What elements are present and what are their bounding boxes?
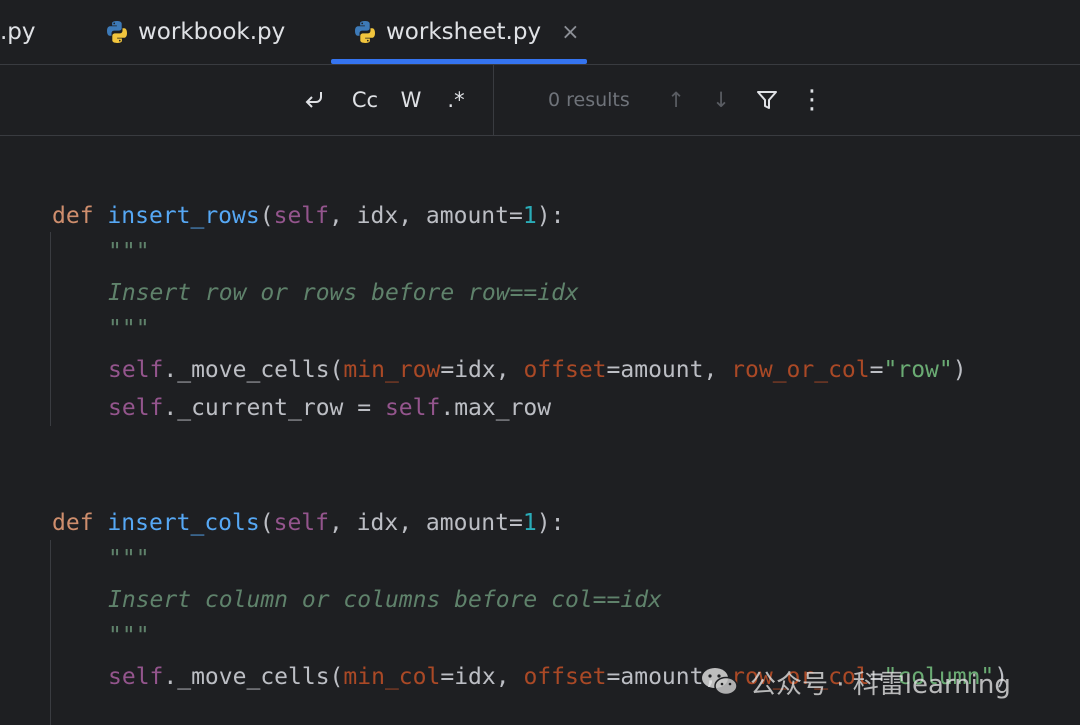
code-line-docstring-text: Insert row or rows before row==idx xyxy=(108,280,579,306)
next-occurrence-icon[interactable]: ↓ xyxy=(707,65,735,135)
code-line-docstring-open: """ xyxy=(108,546,150,572)
indent-guide xyxy=(50,232,51,426)
watermark-text: 公众号 · 科雷learning xyxy=(750,669,1011,700)
code-line-docstring-open: """ xyxy=(108,239,150,265)
code-editor[interactable]: def insert_rows(self, idx, amount=1): ""… xyxy=(0,136,1080,725)
close-icon[interactable]: × xyxy=(561,20,579,45)
python-file-icon xyxy=(355,21,375,43)
whole-words-button[interactable]: W xyxy=(396,65,426,135)
filter-icon xyxy=(757,91,777,109)
tab-worksheet-py[interactable]: worksheet.py × xyxy=(352,0,580,64)
tab-label: .py xyxy=(0,19,36,45)
regex-button[interactable]: .* xyxy=(440,65,472,135)
active-tab-indicator xyxy=(331,59,587,64)
code-line-docstring-close: """ xyxy=(108,623,150,649)
editor-tab-bar: .py workbook.py worksheet.py × xyxy=(0,0,1080,65)
code-line-docstring-text: Insert column or columns before col==idx xyxy=(108,587,662,613)
toolbar-divider xyxy=(493,65,494,135)
search-toolbar: Cc W .* 0 results ↑ ↓ ⋮ xyxy=(0,65,1080,136)
code-line-move-cells-row: self._move_cells(min_row=idx, offset=amo… xyxy=(108,357,967,383)
search-results-count: 0 results xyxy=(548,89,630,111)
watermark: 公众号 · 科雷learning xyxy=(700,660,1011,704)
code-line-def-insert-rows: def insert_rows(self, idx, amount=1): xyxy=(52,203,565,229)
previous-occurrence-icon[interactable]: ↑ xyxy=(662,65,690,135)
python-file-icon xyxy=(107,21,127,43)
tab-workbook-py[interactable]: workbook.py xyxy=(104,0,285,64)
code-line-current-row: self._current_row = self.max_row xyxy=(108,395,552,421)
tab-partial-py[interactable]: .py xyxy=(0,0,36,64)
wechat-icon xyxy=(702,668,738,696)
tab-label: workbook.py xyxy=(138,19,286,45)
more-options-icon[interactable]: ⋮ xyxy=(798,65,826,135)
match-case-button[interactable]: Cc xyxy=(346,65,384,135)
tab-label: worksheet.py xyxy=(386,19,542,45)
new-line-icon xyxy=(305,92,322,108)
filter-button[interactable] xyxy=(752,65,782,135)
new-line-button[interactable] xyxy=(298,65,330,135)
code-line-def-insert-cols: def insert_cols(self, idx, amount=1): xyxy=(52,510,565,536)
code-line-docstring-close: """ xyxy=(108,316,150,342)
indent-guide xyxy=(50,540,51,725)
